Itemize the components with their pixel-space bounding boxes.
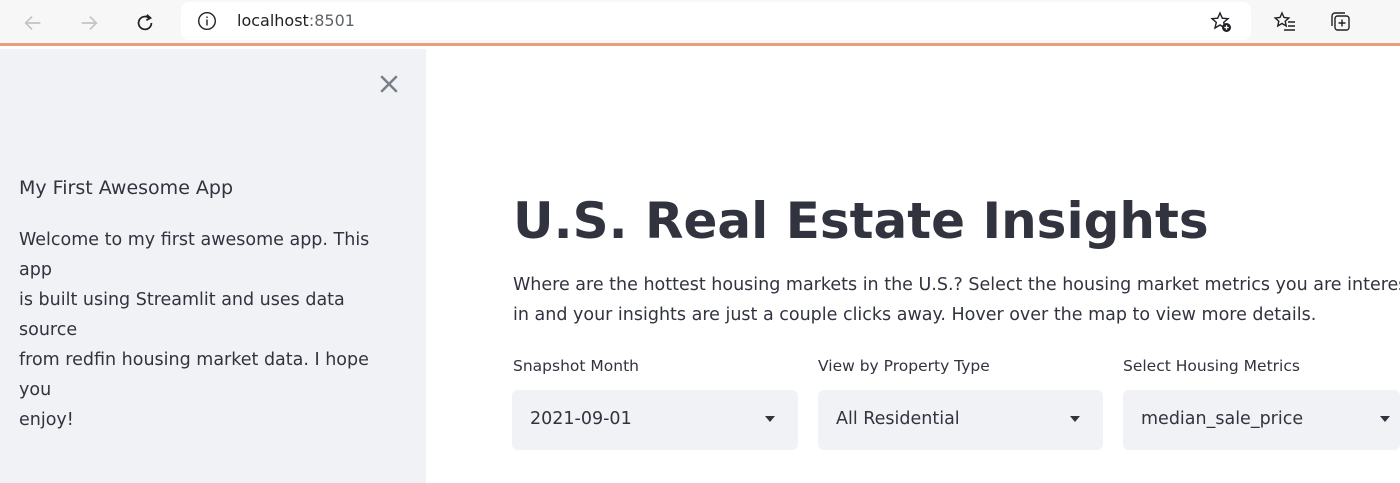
sidebar-description: Welcome to my first awesome app. This ap… — [19, 225, 397, 435]
forward-button[interactable] — [74, 8, 104, 38]
snapshot-month-label: Snapshot Month — [513, 357, 639, 375]
back-arrow-icon — [24, 15, 41, 31]
snapshot-month-value: 2021-09-01 — [530, 409, 632, 429]
snapshot-month-select[interactable]: 2021-09-01 — [512, 390, 798, 450]
browser-toolbar: localhost:8501 — [0, 0, 1400, 46]
close-sidebar-button[interactable] — [378, 73, 400, 95]
sidebar-description-line: Welcome to my first awesome app. This ap… — [19, 230, 370, 280]
address-bar[interactable]: localhost:8501 — [181, 2, 1251, 40]
url-text[interactable]: localhost:8501 — [237, 11, 355, 30]
housing-metrics-label: Select Housing Metrics — [1123, 357, 1300, 375]
close-icon — [380, 75, 398, 93]
info-icon[interactable] — [197, 11, 217, 31]
reload-icon — [137, 14, 153, 31]
chevron-down-icon — [1070, 416, 1080, 422]
sidebar-description-line: enjoy! — [19, 410, 74, 430]
housing-metrics-value: median_sale_price — [1141, 409, 1304, 429]
housing-metrics-select[interactable]: median_sale_price — [1123, 390, 1400, 450]
url-host: localhost — [237, 11, 309, 30]
collections-icon[interactable] — [1329, 10, 1353, 34]
property-type-label: View by Property Type — [818, 357, 990, 375]
favorites-icon[interactable] — [1273, 10, 1297, 34]
chevron-down-icon — [765, 416, 775, 422]
chevron-down-icon — [1380, 416, 1390, 422]
sidebar-title: My First Awesome App — [19, 177, 234, 199]
page-description: Where are the hottest housing markets in… — [513, 270, 1400, 330]
add-favorite-icon[interactable] — [1209, 10, 1233, 34]
back-button[interactable] — [18, 8, 48, 38]
property-type-value: All Residential — [836, 409, 960, 429]
sidebar-description-line: from redfin housing market data. I hope … — [19, 350, 369, 400]
page-title: U.S. Real Estate Insights — [513, 192, 1209, 250]
sidebar-description-line: is built using Streamlit and uses data s… — [19, 290, 345, 340]
page-description-line: Where are the hottest housing markets in… — [513, 275, 1400, 295]
forward-arrow-icon — [81, 15, 98, 31]
reload-button[interactable] — [130, 8, 160, 38]
url-port: :8501 — [308, 11, 355, 30]
property-type-select[interactable]: All Residential — [818, 390, 1103, 450]
sidebar: My First Awesome App Welcome to my first… — [0, 49, 426, 483]
page-description-line: in and your insights are just a couple c… — [513, 305, 1317, 325]
